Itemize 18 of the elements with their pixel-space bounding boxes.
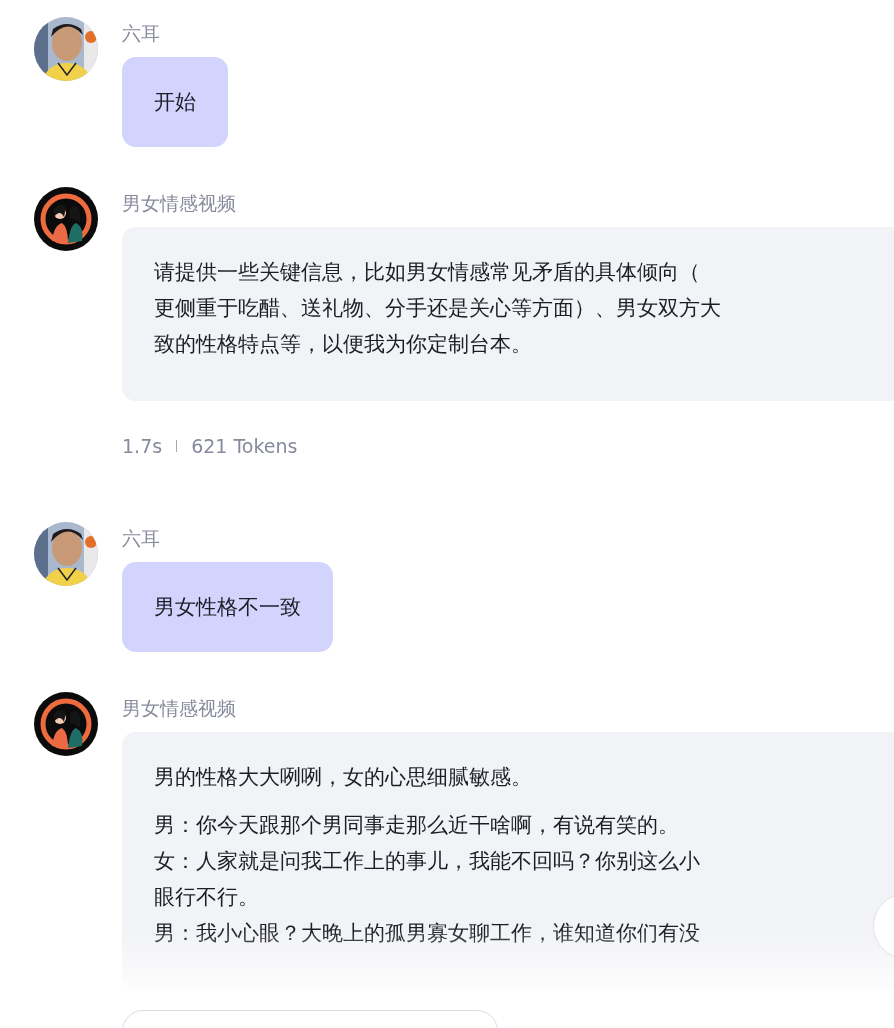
avatar-icon [34,692,98,756]
message-text: 女：人家就是问我工作上的事儿，我能不回吗？你别这么小 [154,848,700,875]
message-text: 男：你今天跟那个男同事走那么近干啥啊，有说有笑的。 [154,812,679,839]
message-text: 致的性格特点等，以便我为你定制台本。 [154,331,532,358]
message-text: 男的性格大大咧咧，女的心思细腻敏感。 [154,764,532,791]
sender-name: 六耳 [122,21,160,46]
token-count: 621 Tokens [191,435,298,457]
message-text: 请提供一些关键信息，比如男女情感常见矛盾的具体倾向（ [154,259,700,286]
sender-name: 六耳 [122,526,160,551]
message-text: 男女性格不一致 [154,594,301,621]
message-text: 眼行不行。 [154,884,259,911]
sender-name: 男女情感视频 [122,191,236,216]
message-text: 开始 [154,89,196,116]
avatar-icon [34,187,98,251]
message-text: 男：我小心眼？大晚上的孤男寡女聊工作，谁知道你们有没 [154,920,700,947]
response-time: 1.7s [122,435,163,457]
sender-name: 男女情感视频 [122,696,236,721]
message-text: 更侧重于吃醋、送礼物、分手还是关心等方面）、男女双方大 [154,295,721,322]
